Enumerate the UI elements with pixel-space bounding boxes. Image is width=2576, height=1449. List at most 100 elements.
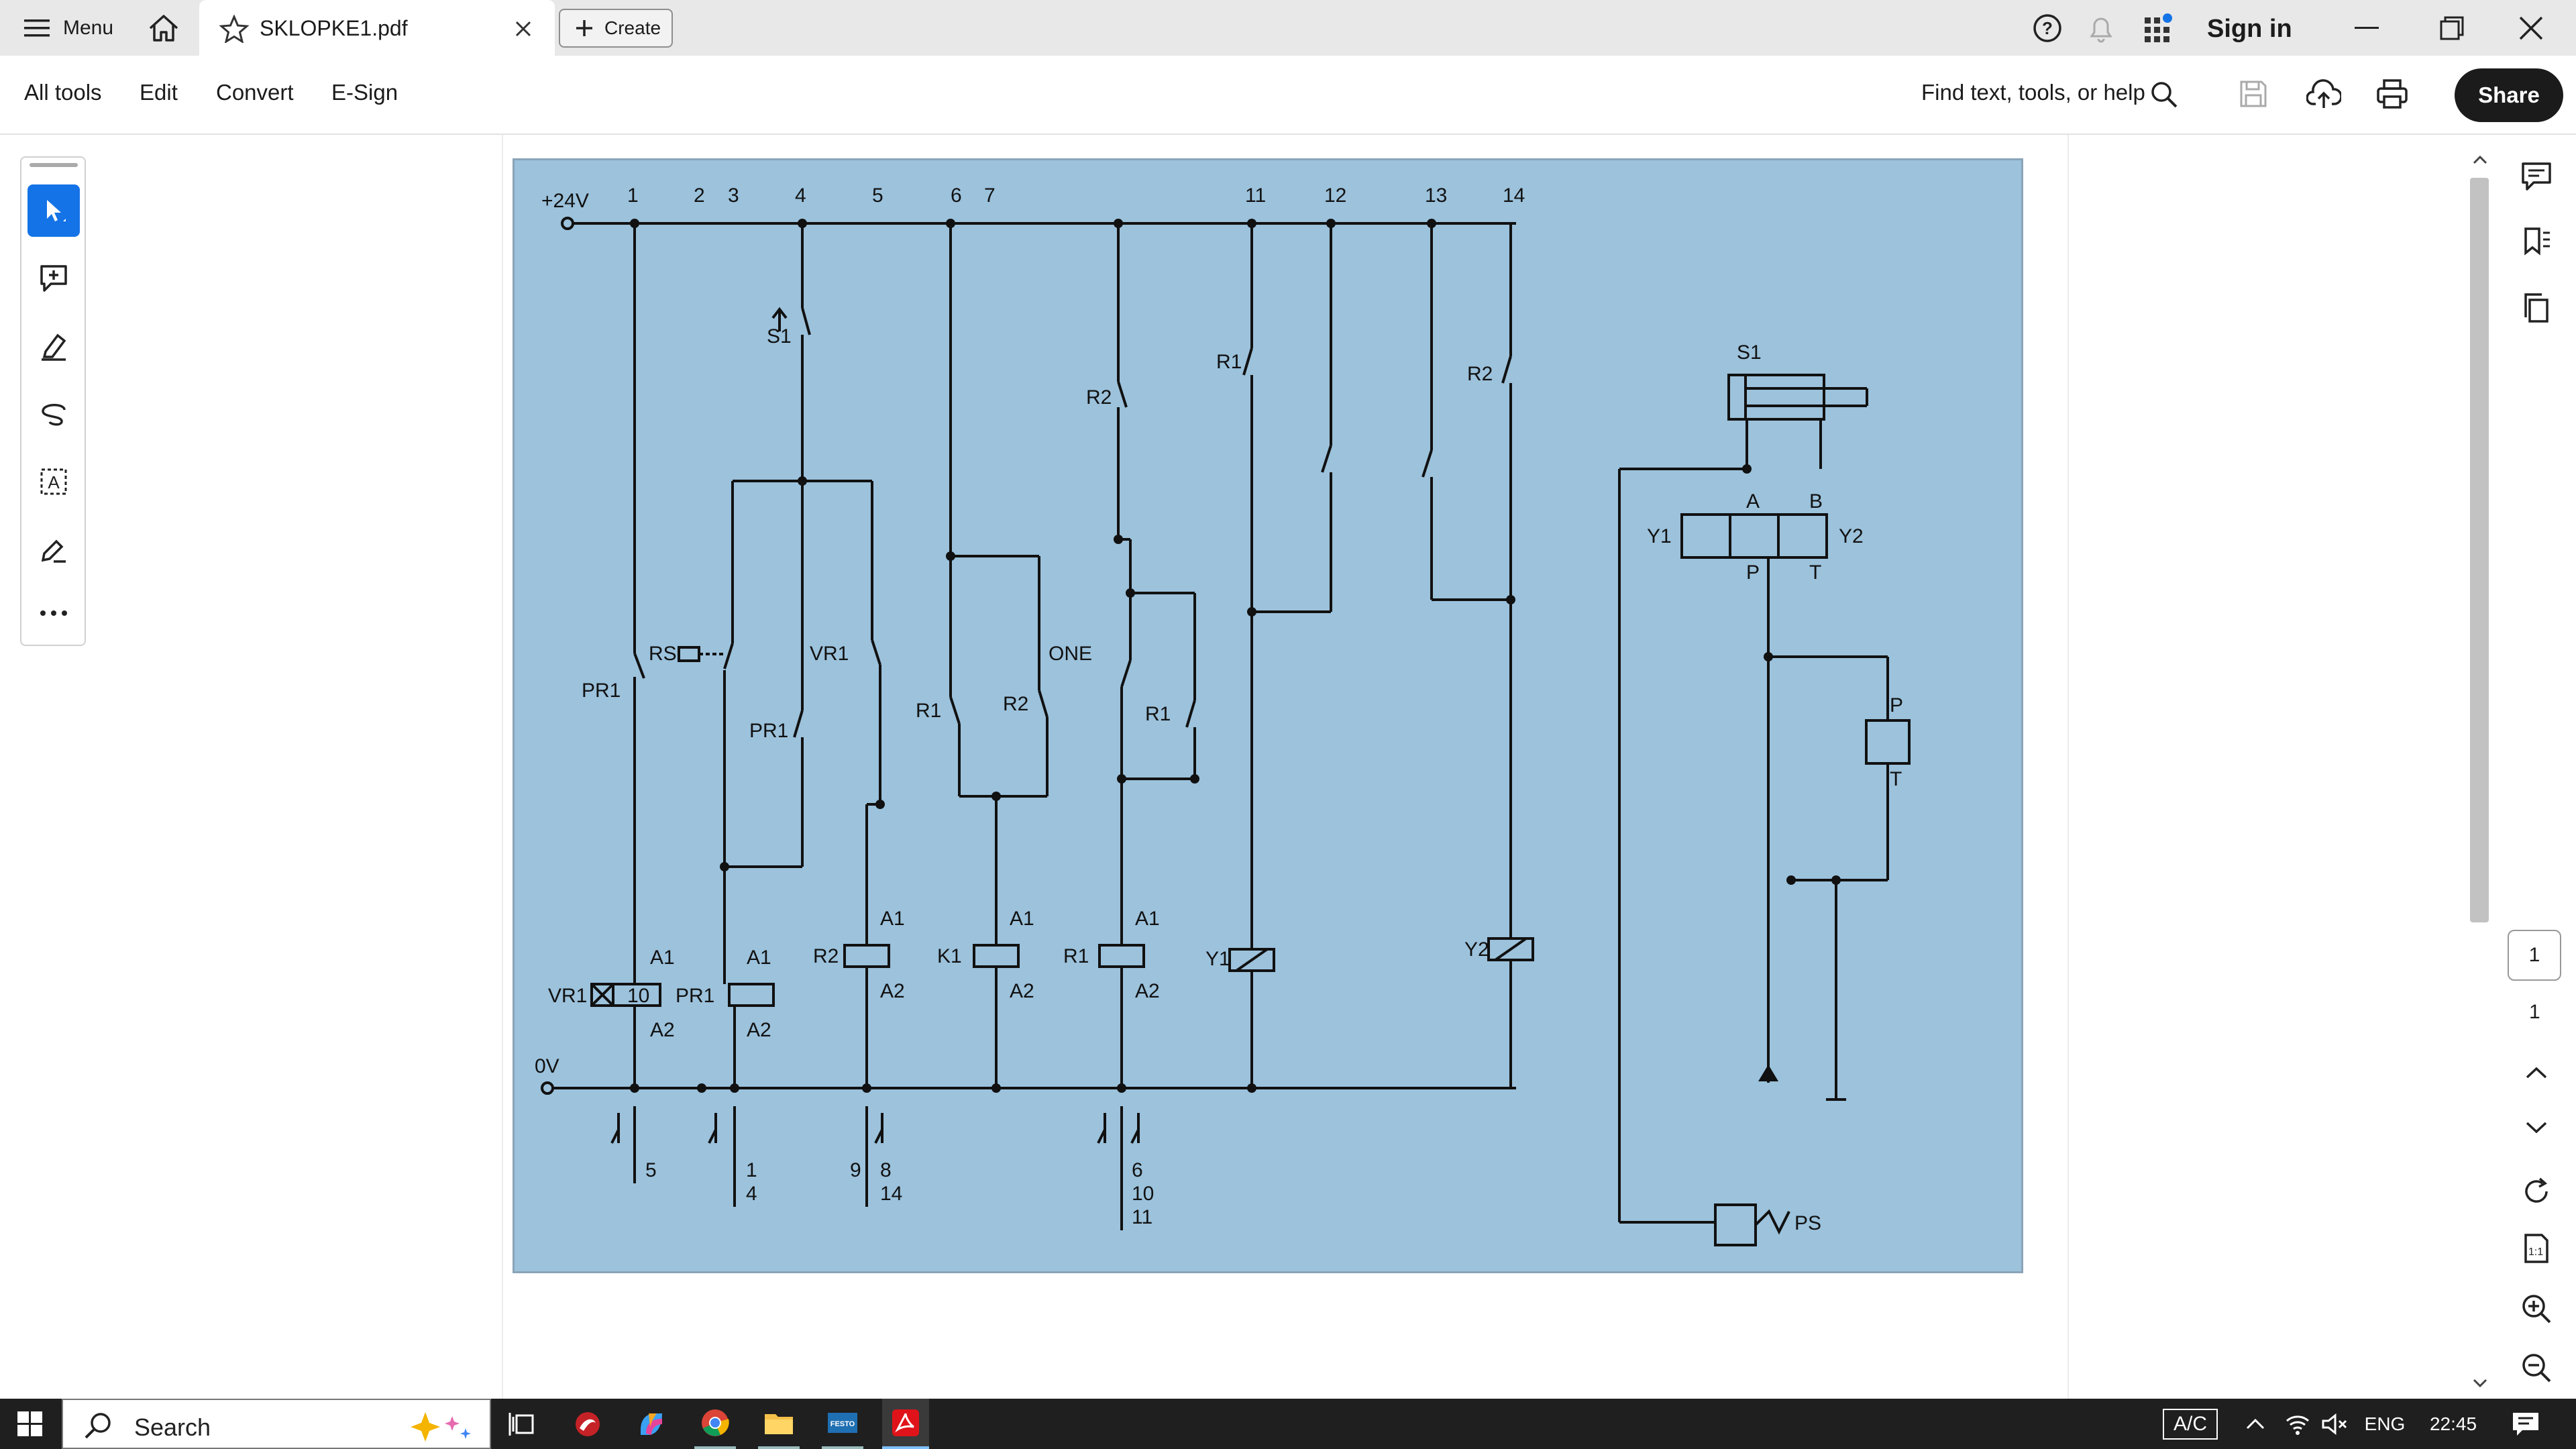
sign-in-button[interactable]: Sign in [2207, 15, 2292, 44]
sparkle-icon [411, 1412, 471, 1442]
menu-all-tools[interactable]: All tools [24, 80, 102, 105]
select-tool-button[interactable] [28, 184, 80, 237]
page-total: 1 [2529, 1001, 2540, 1023]
search-icon [85, 1413, 111, 1439]
text-box-button[interactable]: A [28, 455, 80, 508]
minimize-icon[interactable] [2355, 27, 2379, 30]
freehand-draw-icon [42, 404, 66, 426]
network-button[interactable] [2282, 1399, 2313, 1449]
col-num-2: 2 [694, 184, 705, 207]
ac-indicator-box: A/C [2162, 1408, 2218, 1440]
r1-coil-label: R1 [1063, 945, 1089, 967]
start-button[interactable] [0, 1399, 60, 1449]
create-label: Create [604, 17, 661, 38]
draw-button[interactable] [28, 388, 80, 440]
supply-zero-label: 0V [535, 1055, 559, 1077]
menu-button[interactable]: Menu [24, 13, 113, 43]
scroll-down-arrow-icon[interactable] [2473, 1379, 2487, 1388]
zoom-out-icon [2522, 1354, 2551, 1383]
pdf-page[interactable]: +24V 0V 1 2 3 4 5 6 7 11 12 13 14 PR1 VR… [513, 158, 2023, 1273]
pr1-label-col4: PR1 [749, 720, 788, 742]
taskbar-app-copilot[interactable] [631, 1399, 672, 1449]
menu-edit[interactable]: Edit [140, 80, 178, 105]
next-page-button[interactable] [2510, 1102, 2563, 1154]
taskbar-search-label: Search [134, 1413, 211, 1441]
document-tab[interactable]: SKLOPKE1.pdf [199, 0, 555, 56]
language-indicator[interactable]: ENG [2361, 1399, 2408, 1449]
zoom-out-button[interactable] [2510, 1342, 2563, 1394]
save-icon[interactable] [2239, 79, 2268, 109]
quick-tools-panel: A [20, 156, 86, 646]
highlight-button[interactable] [28, 320, 80, 372]
rotate-button[interactable] [2510, 1165, 2563, 1218]
notification-center-button[interactable] [2502, 1399, 2549, 1449]
comment-add-icon [40, 265, 67, 292]
menu-e-sign[interactable]: E-Sign [331, 80, 398, 105]
taskbar-search-box[interactable]: Search [62, 1399, 491, 1449]
cloud-upload-icon[interactable] [2306, 78, 2341, 109]
comments-panel-button[interactable] [2510, 150, 2563, 203]
r2-coil-label: R2 [813, 945, 839, 967]
windows-logo-icon [17, 1411, 42, 1436]
more-tools-button[interactable] [28, 587, 80, 639]
electrical-schematic-diagram: +24V 0V 1 2 3 4 5 6 7 11 12 13 14 PR1 VR… [535, 184, 1911, 1246]
col-num-11: 11 [1245, 184, 1266, 207]
vertical-scrollbar[interactable] [2466, 151, 2493, 1399]
taskbar-app-file-explorer[interactable] [758, 1399, 800, 1449]
panel-drag-handle[interactable] [30, 163, 78, 167]
more-horizontal-icon [40, 610, 67, 616]
ac-label: A/C [2173, 1412, 2207, 1435]
print-icon[interactable] [2376, 78, 2408, 109]
one-button-label: ONE [1049, 643, 1092, 665]
plus-icon [576, 20, 592, 36]
pr1-coil-label: PR1 [676, 985, 714, 1007]
restore-icon[interactable] [2440, 16, 2464, 40]
chrome-icon [702, 1409, 729, 1436]
previous-page-button[interactable] [2510, 1046, 2563, 1099]
add-comment-button[interactable] [28, 252, 80, 305]
taskbar-app-pdf-reader-red[interactable] [567, 1399, 608, 1449]
page-number-input[interactable]: 1 [2508, 930, 2561, 981]
pages-icon [2524, 293, 2548, 323]
xref-r1-1: 6 [1132, 1159, 1143, 1181]
column-6-branch [949, 223, 1049, 1088]
home-button[interactable] [148, 13, 180, 43]
ac-indicator[interactable]: A/C [2150, 1399, 2231, 1449]
pages-panel-button[interactable] [2510, 282, 2563, 334]
y1-valve-label: Y1 [1647, 525, 1672, 547]
fit-page-button[interactable]: 1:1 [2510, 1222, 2563, 1275]
show-hidden-icons-button[interactable] [2242, 1399, 2269, 1449]
apps-grid-icon[interactable] [2143, 12, 2176, 44]
search-icon[interactable] [2150, 80, 2178, 109]
clock[interactable]: 22:45 [2423, 1399, 2483, 1449]
volume-button[interactable] [2318, 1399, 2349, 1449]
share-button[interactable]: Share [2455, 68, 2563, 122]
notification-bell-icon[interactable] [2086, 13, 2116, 44]
menu-convert[interactable]: Convert [216, 80, 294, 105]
help-icon[interactable]: ? [2033, 13, 2062, 43]
find-text-box[interactable]: Find text, tools, or help [1921, 80, 2145, 105]
star-icon[interactable] [219, 15, 249, 43]
taskbar-app-festo[interactable]: FESTO [822, 1399, 863, 1449]
scrollbar-thumb[interactable] [2470, 178, 2489, 922]
close-tab-icon[interactable] [515, 20, 532, 38]
share-label: Share [2478, 83, 2540, 107]
vr1-coil-label: VR1 [548, 985, 587, 1007]
r1-label-col7: R1 [1145, 703, 1171, 725]
k1-coil-label: K1 [937, 945, 962, 967]
close-window-icon[interactable] [2519, 16, 2543, 40]
tab-title: SKLOPKE1.pdf [260, 16, 408, 40]
port-b-label: B [1809, 490, 1823, 513]
taskbar-app-acrobat[interactable] [882, 1399, 929, 1449]
col-num-7: 7 [984, 184, 996, 207]
pneumatic-circuit [1618, 374, 1911, 1246]
zoom-in-button[interactable] [2510, 1283, 2563, 1335]
sign-button[interactable] [28, 523, 80, 576]
bookmarks-panel-button[interactable] [2510, 216, 2563, 268]
create-button[interactable]: Create [559, 9, 673, 48]
task-view-button[interactable] [502, 1399, 541, 1449]
scroll-up-arrow-icon[interactable] [2473, 155, 2487, 164]
taskbar-app-chrome[interactable] [694, 1399, 736, 1449]
wifi-icon [2286, 1415, 2309, 1435]
relief-p-label: P [1890, 694, 1903, 716]
